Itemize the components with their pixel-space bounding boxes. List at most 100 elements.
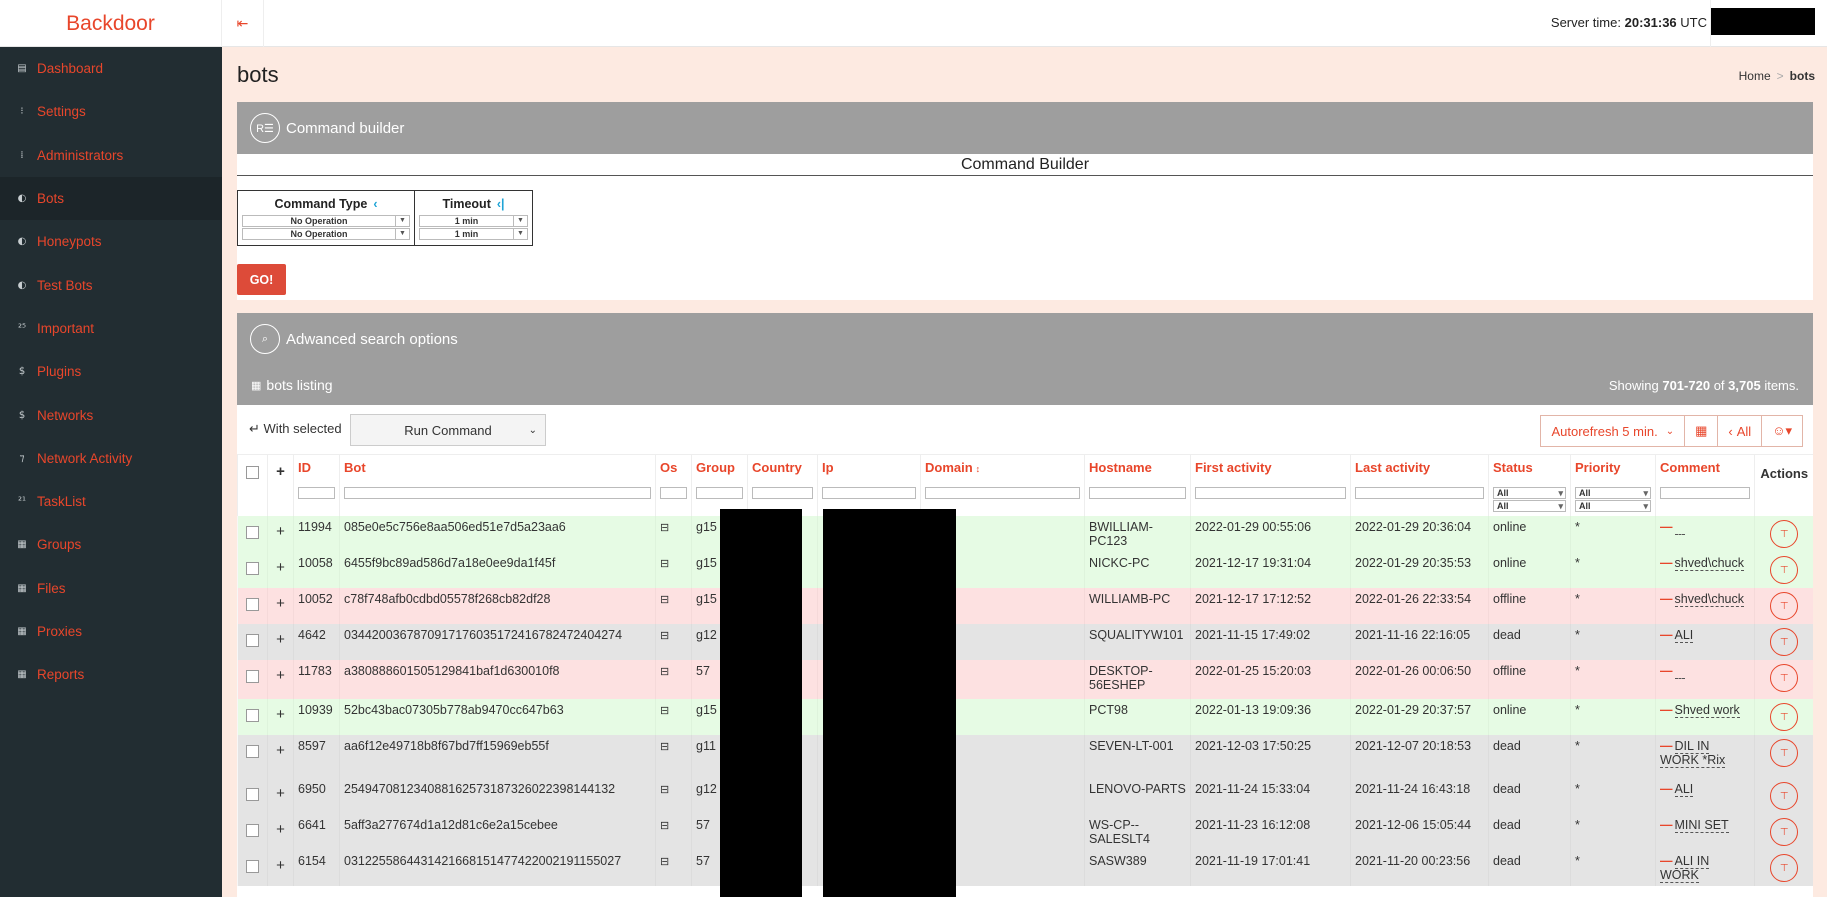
bot-action-button[interactable]: ⊤ <box>1770 782 1799 810</box>
sidebar-item-administrators[interactable]: ⁞ Administrators <box>0 134 222 177</box>
bot-hash[interactable]: 6455f9bc89ad586d7a18e0ee9da1f45f <box>339 552 656 588</box>
comment-filter-input[interactable] <box>1660 487 1750 499</box>
column-header-status[interactable]: Status <box>1488 455 1571 487</box>
row-checkbox[interactable] <box>246 598 259 611</box>
bot-action-button[interactable]: ⊤ <box>1770 818 1799 846</box>
comment-text[interactable]: Shved work <box>1674 703 1740 718</box>
timeout-select[interactable]: 1 min ▼ <box>419 228 528 240</box>
brand-logo[interactable]: Backdoor <box>0 0 222 47</box>
breadcrumb-home[interactable]: Home <box>1739 69 1771 83</box>
comment-edit-icon[interactable]: — <box>1660 854 1673 868</box>
sidebar-item-groups[interactable]: ▦ Groups <box>0 523 222 566</box>
row-checkbox[interactable] <box>246 745 259 758</box>
priority-filter-select[interactable]: All <box>1575 500 1651 512</box>
last-activity-filter-input[interactable] <box>1355 487 1484 499</box>
table-row[interactable]: +8597 aa6f12e49718b8f67bd7ff15969eb55f ⊟ g1… <box>237 735 1813 778</box>
comment-edit-icon[interactable]: — <box>1660 739 1673 753</box>
comment-text[interactable] <box>1674 520 1685 535</box>
bot-action-button[interactable]: ⊤ <box>1770 628 1799 656</box>
sidebar-item-settings[interactable]: ⁝ Settings <box>0 90 222 133</box>
table-row[interactable]: +6154 03122558644314216681514774220021911… <box>237 850 1813 886</box>
column-header-ip[interactable]: Ip <box>817 455 921 487</box>
expand-row-icon[interactable]: + <box>272 559 289 576</box>
bot-hash[interactable]: a380888601505129841baf1d630010f8 <box>339 660 656 699</box>
bot-priority[interactable]: * <box>1570 778 1656 814</box>
comment-cell[interactable]: — Shved work <box>1655 699 1755 735</box>
sidebar-item-honeypots[interactable]: ◐ Honeypots <box>0 220 222 263</box>
row-checkbox[interactable] <box>246 788 259 801</box>
row-checkbox[interactable] <box>246 860 259 873</box>
bot-priority[interactable]: * <box>1570 850 1656 886</box>
comment-edit-icon[interactable]: — <box>1660 782 1673 796</box>
comment-cell[interactable]: — MINI SET <box>1655 814 1755 850</box>
comment-text[interactable]: ALI <box>1674 628 1694 643</box>
bot-action-button[interactable]: ⊤ <box>1770 592 1799 620</box>
comment-cell[interactable]: — shved\chuck <box>1655 588 1755 624</box>
expand-row-icon[interactable]: + <box>272 631 289 648</box>
bot-filter-input[interactable] <box>344 487 651 499</box>
comment-text[interactable]: ALI <box>1674 782 1694 797</box>
command-type-select[interactable]: No Operation ▼ <box>242 228 410 240</box>
comment-text[interactable]: MINI SET <box>1674 818 1729 833</box>
column-header-last-activity[interactable]: Last activity <box>1350 455 1489 487</box>
first-activity-filter-input[interactable] <box>1195 487 1346 499</box>
sidebar-item-network-activity[interactable]: ⁊ Network Activity <box>0 437 222 480</box>
bot-priority[interactable]: * <box>1570 660 1656 699</box>
bot-priority[interactable]: * <box>1570 588 1656 624</box>
bot-action-button[interactable]: ⊤ <box>1770 854 1799 882</box>
chevron-left-icon[interactable]: ‹| <box>497 197 505 211</box>
comment-text[interactable]: shved\chuck <box>1674 592 1744 607</box>
comment-edit-icon[interactable]: — <box>1660 664 1673 678</box>
comment-cell[interactable]: — ALI IN WORK <box>1655 850 1755 886</box>
chevron-left-icon[interactable]: ‹ <box>373 197 377 211</box>
bot-action-button[interactable]: ⊤ <box>1770 739 1799 767</box>
run-command-select[interactable]: Run Command ⌄ <box>350 414 546 446</box>
show-all-button[interactable]: ‹ All <box>1718 415 1763 447</box>
export-menu-button[interactable]: ☺▾ <box>1762 415 1803 447</box>
comment-cell[interactable]: — ALI <box>1655 624 1755 660</box>
bot-hash[interactable]: 03442003678709171760351724167824724042​7… <box>339 624 656 660</box>
comment-edit-icon[interactable]: — <box>1660 628 1673 642</box>
sidebar-toggle-icon[interactable]: ⇤ <box>222 0 264 47</box>
priority-filter-select[interactable]: All <box>1575 487 1651 499</box>
advanced-search-header[interactable]: ⌕ Adwanced search options <box>237 313 1813 365</box>
bot-hash[interactable]: 25494708123408816257318732602239814413​2 <box>339 778 656 814</box>
column-header-bot[interactable]: Bot <box>339 455 656 487</box>
comment-text[interactable]: shved\chuck <box>1674 556 1744 571</box>
expand-row-icon[interactable]: + <box>272 821 289 838</box>
os-filter-input[interactable] <box>660 487 687 499</box>
status-filter-select[interactable]: All <box>1493 487 1566 499</box>
table-row[interactable]: +10939 52bc43bac07305b778ab9470cc647b63 ⊟ g… <box>237 699 1813 735</box>
sidebar-item-plugins[interactable]: $ Plugins <box>0 350 222 393</box>
bot-hash[interactable]: c78f748afb0cdbd05578f268cb82df28 <box>339 588 656 624</box>
column-header-hostname[interactable]: Hostname <box>1084 455 1191 487</box>
bot-priority[interactable]: * <box>1570 624 1656 660</box>
timeout-select[interactable]: 1 min ▼ <box>419 215 528 227</box>
status-filter-select[interactable]: All <box>1493 500 1566 512</box>
bot-priority[interactable]: * <box>1570 735 1656 778</box>
column-header-domain[interactable]: Domain ↕ <box>920 455 1085 487</box>
sidebar-item-reports[interactable]: ▦ Reports <box>0 653 222 696</box>
expand-row-icon[interactable]: + <box>272 785 289 802</box>
expand-row-icon[interactable]: + <box>272 523 289 540</box>
table-row[interactable]: +11994 085e0e5c756e8aa506ed51e7d5a23aa6 ⊟ g… <box>237 516 1813 552</box>
ip-filter-input[interactable] <box>822 487 916 499</box>
domain-filter-input[interactable] <box>925 487 1080 499</box>
command-type-select[interactable]: No Operation ▼ <box>242 215 410 227</box>
row-checkbox[interactable] <box>246 526 259 539</box>
bot-action-button[interactable]: ⊤ <box>1770 703 1799 731</box>
bot-hash[interactable]: 5aff3a277674d1a12d81c6e2a15cebee <box>339 814 656 850</box>
bot-action-button[interactable]: ⊤ <box>1770 556 1799 584</box>
country-filter-input[interactable] <box>752 487 813 499</box>
column-header-country[interactable]: Country <box>747 455 818 487</box>
sort-icon[interactable]: ↕ <box>976 464 981 474</box>
table-row[interactable]: +11783 a380888601505129841baf1d630010f8 ⊟ 5… <box>237 660 1813 699</box>
comment-cell[interactable]: — <box>1655 516 1755 552</box>
sidebar-item-dashboard[interactable]: ▤ Dashboard <box>0 47 222 90</box>
sidebar-item-networks[interactable]: $ Networks <box>0 393 222 436</box>
comment-cell[interactable]: — DIL IN WORK *Rix <box>1655 735 1755 778</box>
expand-all-icon[interactable]: + <box>272 463 289 480</box>
column-header-os[interactable]: Os <box>655 455 692 487</box>
expand-row-icon[interactable]: + <box>272 857 289 874</box>
expand-row-icon[interactable]: + <box>272 595 289 612</box>
